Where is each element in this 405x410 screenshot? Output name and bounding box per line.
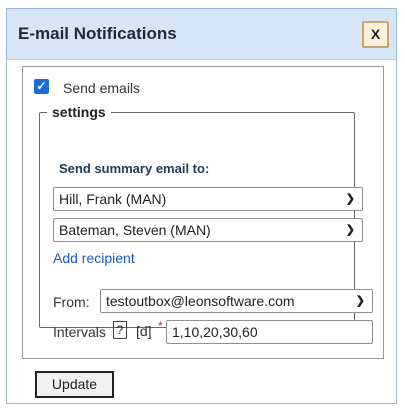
days-unit-label: [d] [136, 323, 152, 339]
settings-legend: settings [52, 104, 106, 120]
from-label: From: [53, 294, 90, 310]
recipient-select-1[interactable]: Hill, Frank (MAN) ❯ [53, 187, 363, 211]
dialog-titlebar: E-mail Notifications X [7, 9, 396, 60]
chevron-down-icon: ❯ [345, 224, 355, 236]
required-marker: * [158, 319, 163, 333]
update-button[interactable]: Update [35, 371, 114, 398]
recipient-select-2[interactable]: Bateman, Steven (MAN) ❯ [53, 218, 363, 242]
chevron-down-icon: ❯ [345, 193, 355, 205]
close-button[interactable]: X [362, 21, 389, 48]
email-notifications-dialog: E-mail Notifications X ✓ Send emails set… [6, 8, 397, 404]
chevron-down-icon: ❯ [355, 295, 365, 307]
from-select-value: testoutbox@leonsoftware.com [106, 293, 295, 309]
summary-email-label: Send summary email to: [59, 161, 210, 176]
intervals-label: Intervals [53, 324, 106, 340]
send-emails-checkbox[interactable]: ✓ [34, 79, 49, 94]
help-icon[interactable]: ? [113, 321, 127, 339]
dialog-content: ✓ Send emails settings Send summary emai… [22, 66, 384, 359]
recipient-select-2-value: Bateman, Steven (MAN) [59, 222, 211, 238]
dialog-title: E-mail Notifications [18, 24, 177, 43]
add-recipient-link[interactable]: Add recipient [53, 250, 135, 266]
send-emails-label: Send emails [63, 80, 141, 96]
from-select[interactable]: testoutbox@leonsoftware.com ❯ [100, 289, 373, 313]
recipient-select-1-value: Hill, Frank (MAN) [59, 191, 167, 207]
intervals-input[interactable]: 1,10,20,30,60 [166, 320, 373, 344]
